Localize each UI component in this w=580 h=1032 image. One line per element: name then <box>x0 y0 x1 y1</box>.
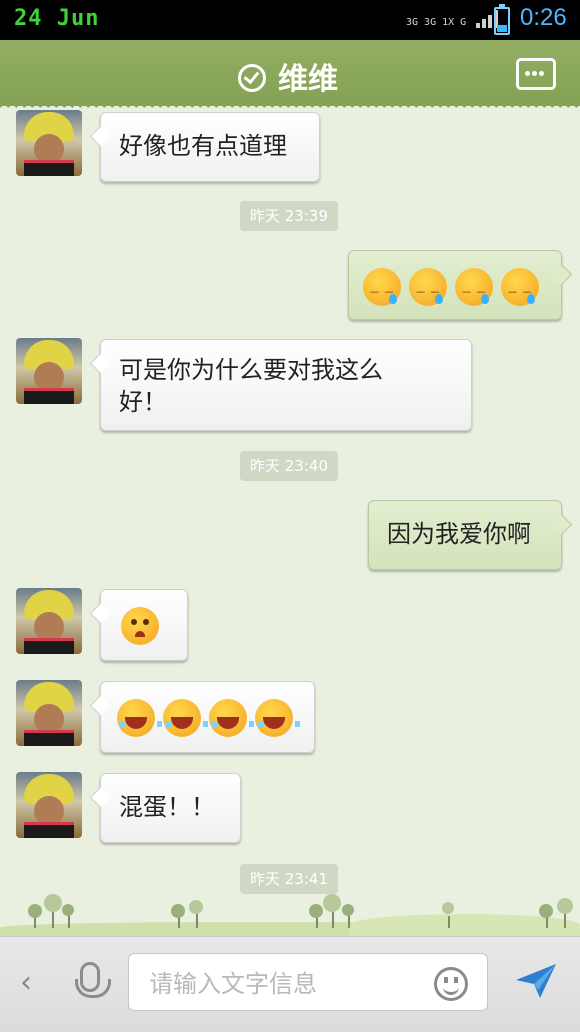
network-indicators: 3G 3G 1X G <box>406 8 499 28</box>
send-icon[interactable] <box>514 960 558 1000</box>
avatar[interactable] <box>16 338 82 404</box>
message-text-line1: 可是你为什么要对我这么 <box>119 356 383 384</box>
timestamp: 昨天 23:40 <box>240 451 338 481</box>
network-g-icon: G <box>460 17 467 28</box>
sleepy-emoji-icon <box>501 268 539 312</box>
laughing-emoji-icon <box>255 699 300 737</box>
landscape-decoration <box>0 892 580 936</box>
more-button[interactable] <box>516 58 556 90</box>
message-bubble[interactable]: 混蛋！！ <box>100 773 241 843</box>
message-bubble[interactable]: 好像也有点道理 <box>100 112 320 182</box>
status-time: 0:26 <box>520 4 567 31</box>
timestamp: 昨天 23:39 <box>240 201 338 231</box>
chevron-left-icon[interactable]: ‹ <box>20 965 32 1000</box>
message-text: 好像也有点道理 <box>119 132 287 160</box>
message-bubble[interactable]: 可是你为什么要对我这么 好！ <box>100 339 472 431</box>
battery-icon <box>494 4 510 35</box>
sleepy-emoji-icon <box>363 268 401 312</box>
status-bar: 24 Jun 3G 3G 1X G 0:26 <box>0 0 580 40</box>
laughing-emoji-icon <box>209 699 254 737</box>
network-3g1x-icon: 3G 1X <box>424 17 455 28</box>
message-bubble[interactable] <box>100 681 315 753</box>
message-text: 混蛋！！ <box>119 793 215 821</box>
smiley-icon[interactable] <box>434 967 468 1001</box>
avatar[interactable] <box>16 110 82 176</box>
check-circle-icon <box>238 64 266 92</box>
network-3g-icon: 3G <box>406 17 419 28</box>
sleepy-emoji-icon <box>455 268 493 312</box>
message-bubble[interactable] <box>348 250 562 320</box>
message-bubble[interactable] <box>100 589 188 661</box>
message-text: 因为我爱你啊 <box>387 520 531 548</box>
message-input[interactable] <box>147 966 421 1002</box>
crying-emoji-icon <box>121 607 159 645</box>
laughing-emoji-icon <box>163 699 208 737</box>
chat-title: 维维 <box>278 62 338 97</box>
message-text-line2: 好！ <box>119 388 167 416</box>
avatar[interactable] <box>16 680 82 746</box>
avatar[interactable] <box>16 588 82 654</box>
laughing-emoji-icon <box>117 699 162 737</box>
timestamp: 昨天 23:41 <box>240 864 338 894</box>
header-edge <box>0 104 580 112</box>
microphone-icon[interactable] <box>75 962 111 998</box>
avatar[interactable] <box>16 772 82 838</box>
sleepy-emoji-icon <box>409 268 447 312</box>
status-date: 24 Jun <box>14 6 100 31</box>
message-bubble[interactable]: 因为我爱你啊 <box>368 500 562 570</box>
